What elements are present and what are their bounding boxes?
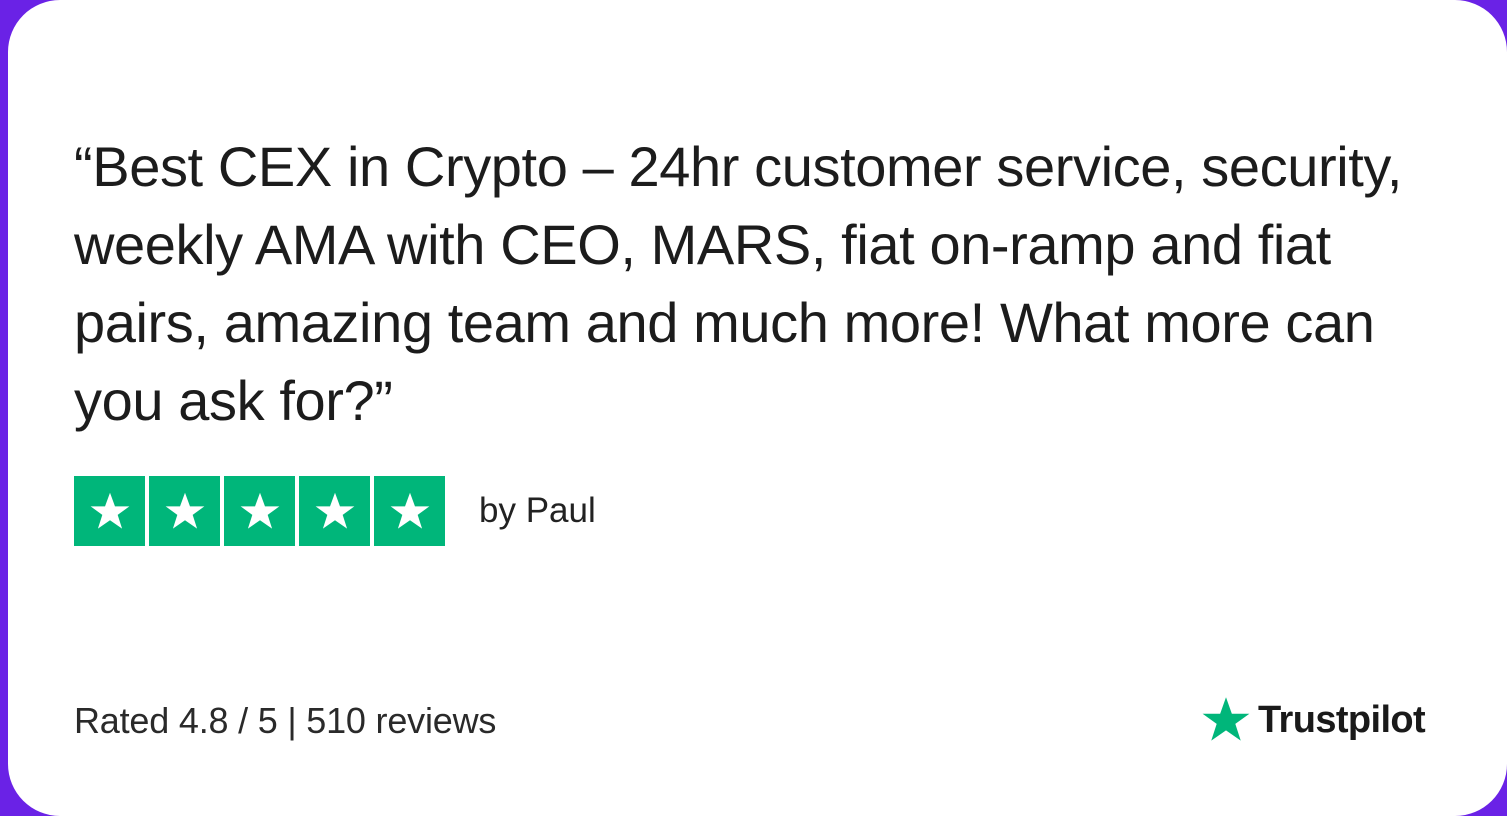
star-icon	[165, 492, 204, 529]
star-2	[149, 476, 220, 546]
star-rating	[74, 476, 445, 546]
star-icon	[315, 492, 354, 529]
review-author: by Paul	[479, 491, 596, 530]
trustpilot-logo: Trustpilot	[1200, 694, 1426, 746]
page-background: “Best CEX in Crypto – 24hr customer serv…	[0, 0, 1507, 816]
star-1	[74, 476, 145, 546]
star-icon	[390, 492, 429, 529]
rating-row: by Paul	[74, 476, 596, 546]
star-3	[224, 476, 295, 546]
trustpilot-wordmark: Trustpilot	[1258, 698, 1426, 741]
rating-summary: Rated 4.8 / 5 | 510 reviews	[74, 700, 497, 741]
review-card: “Best CEX in Crypto – 24hr customer serv…	[8, 0, 1507, 816]
review-quote: “Best CEX in Crypto – 24hr customer serv…	[74, 135, 1403, 432]
star-5	[374, 476, 445, 546]
star-icon	[240, 492, 279, 529]
star-icon	[1200, 694, 1252, 746]
star-4	[299, 476, 370, 546]
star-icon	[90, 492, 129, 529]
